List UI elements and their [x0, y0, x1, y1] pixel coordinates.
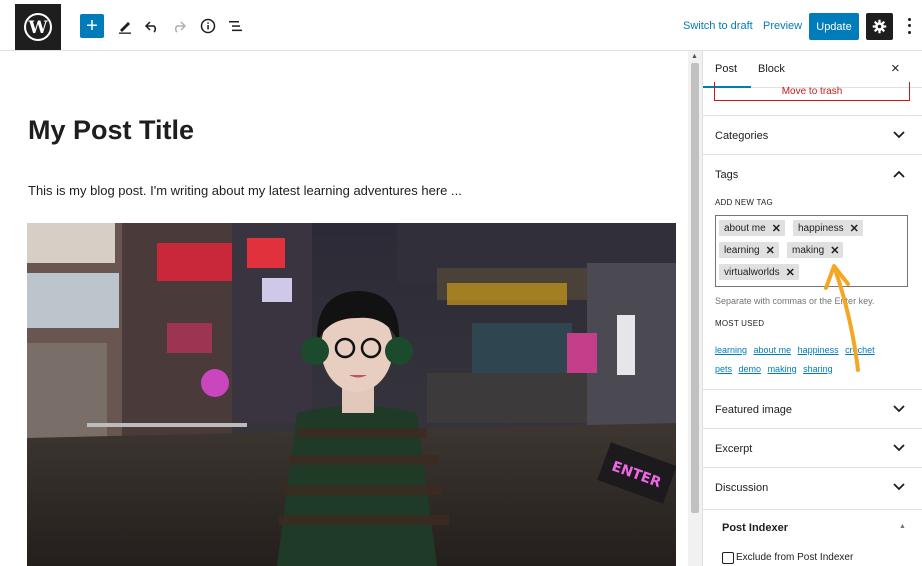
- tags-panel-title[interactable]: Tags: [715, 169, 738, 181]
- exclude-checkbox-label[interactable]: Exclude from Post Indexer: [736, 552, 853, 563]
- gear-icon: [872, 19, 887, 34]
- move-to-trash-button[interactable]: Move to trash: [714, 82, 910, 101]
- tag-label: virtualworlds: [724, 266, 780, 278]
- categories-panel-title[interactable]: Categories: [715, 130, 768, 142]
- close-sidebar-button[interactable]: ×: [891, 60, 900, 77]
- editor-canvas: My Post Title This is my blog post. I'm …: [14, 51, 688, 566]
- most-used-tag-link[interactable]: making: [768, 364, 797, 374]
- svg-text:W: W: [27, 18, 48, 38]
- remove-tag-icon[interactable]: ✕: [830, 244, 839, 257]
- chevron-up-icon[interactable]: [893, 170, 905, 178]
- add-block-button[interactable]: +: [80, 14, 104, 38]
- tag-token: happiness ✕: [793, 220, 863, 236]
- most-used-tag-link[interactable]: happiness: [798, 345, 839, 355]
- tag-label: learning: [724, 244, 760, 256]
- tag-label: about me: [724, 222, 766, 234]
- tab-post[interactable]: Post: [703, 63, 752, 88]
- plus-icon: +: [86, 14, 98, 37]
- undo-icon: [144, 21, 157, 33]
- discussion-panel[interactable]: Discussion: [703, 467, 922, 508]
- list-view-button[interactable]: [224, 14, 248, 38]
- tab-block[interactable]: Block: [758, 63, 785, 75]
- categories-panel[interactable]: Categories: [703, 115, 922, 154]
- tags-help-text: Separate with commas or the Enter key.: [715, 296, 875, 306]
- chevron-down-icon: [893, 483, 905, 491]
- exclude-checkbox[interactable]: [722, 552, 734, 564]
- tools-button[interactable]: [113, 14, 137, 38]
- remove-tag-icon[interactable]: ✕: [850, 222, 859, 235]
- tag-token: virtualworlds ✕: [719, 264, 799, 280]
- featured-image-panel-title[interactable]: Featured image: [715, 404, 792, 416]
- most-used-tag-link[interactable]: pets: [715, 364, 732, 374]
- post-image[interactable]: ENTER: [27, 223, 676, 566]
- tag-token: about me ✕: [719, 220, 785, 236]
- collapse-arrow-icon[interactable]: ▲: [899, 523, 906, 530]
- redo-button[interactable]: [167, 14, 191, 38]
- tag-label: making: [792, 244, 825, 256]
- excerpt-panel-title[interactable]: Excerpt: [715, 443, 752, 455]
- pencil-icon: [119, 22, 131, 34]
- editor-toolbar: W + Switch to draft Preview Update: [0, 0, 922, 51]
- remove-tag-icon[interactable]: ✕: [786, 266, 795, 279]
- settings-button[interactable]: [866, 13, 893, 40]
- tag-token: making ✕: [787, 242, 844, 258]
- discussion-panel-title[interactable]: Discussion: [715, 482, 768, 494]
- most-used-tag-link[interactable]: sharing: [803, 364, 833, 374]
- most-used-tag-link[interactable]: about me: [754, 345, 792, 355]
- undo-button[interactable]: [140, 14, 164, 38]
- wordpress-logo-icon[interactable]: W: [15, 4, 61, 50]
- most-used-tag-link[interactable]: crochet: [845, 345, 875, 355]
- details-button[interactable]: [196, 14, 220, 38]
- chevron-down-icon: [893, 444, 905, 452]
- tag-token: learning ✕: [719, 242, 779, 258]
- featured-image-panel[interactable]: Featured image: [703, 389, 922, 428]
- editor-scrollbar[interactable]: ▲: [688, 51, 702, 566]
- chevron-down-icon: [893, 405, 905, 413]
- chevron-down-icon: [893, 131, 905, 139]
- remove-tag-icon[interactable]: ✕: [766, 244, 775, 257]
- preview-button[interactable]: Preview: [763, 20, 802, 32]
- info-icon: [200, 18, 216, 34]
- switch-to-draft-button[interactable]: Switch to draft: [683, 20, 753, 32]
- post-indexer-panel: Post Indexer ▲ Exclude from Post Indexer: [703, 509, 922, 566]
- update-button[interactable]: Update: [809, 13, 859, 40]
- most-used-label: MOST USED: [715, 319, 765, 328]
- most-used-tags: learning about me happiness crochet pets…: [715, 341, 915, 379]
- more-options-button[interactable]: [905, 16, 913, 36]
- most-used-tag-link[interactable]: demo: [739, 364, 762, 374]
- scroll-thumb[interactable]: [691, 63, 699, 513]
- tag-input-box[interactable]: about me ✕ happiness ✕ learning ✕ making…: [715, 215, 908, 287]
- redo-icon: [174, 21, 187, 33]
- most-used-tag-link[interactable]: learning: [715, 345, 747, 355]
- add-new-tag-label: ADD NEW TAG: [715, 198, 773, 207]
- settings-sidebar: Post Block × Move to trash Categories Ta…: [702, 51, 922, 566]
- excerpt-panel[interactable]: Excerpt: [703, 428, 922, 467]
- post-indexer-title[interactable]: Post Indexer: [722, 522, 788, 534]
- post-title[interactable]: My Post Title: [28, 115, 194, 146]
- scroll-up-arrow-icon[interactable]: ▲: [691, 53, 698, 60]
- more-vertical-icon: [907, 17, 911, 21]
- tag-label: happiness: [798, 222, 844, 234]
- list-view-icon: [229, 21, 242, 32]
- remove-tag-icon[interactable]: ✕: [772, 222, 781, 235]
- paragraph-block[interactable]: This is my blog post. I'm writing about …: [28, 183, 462, 198]
